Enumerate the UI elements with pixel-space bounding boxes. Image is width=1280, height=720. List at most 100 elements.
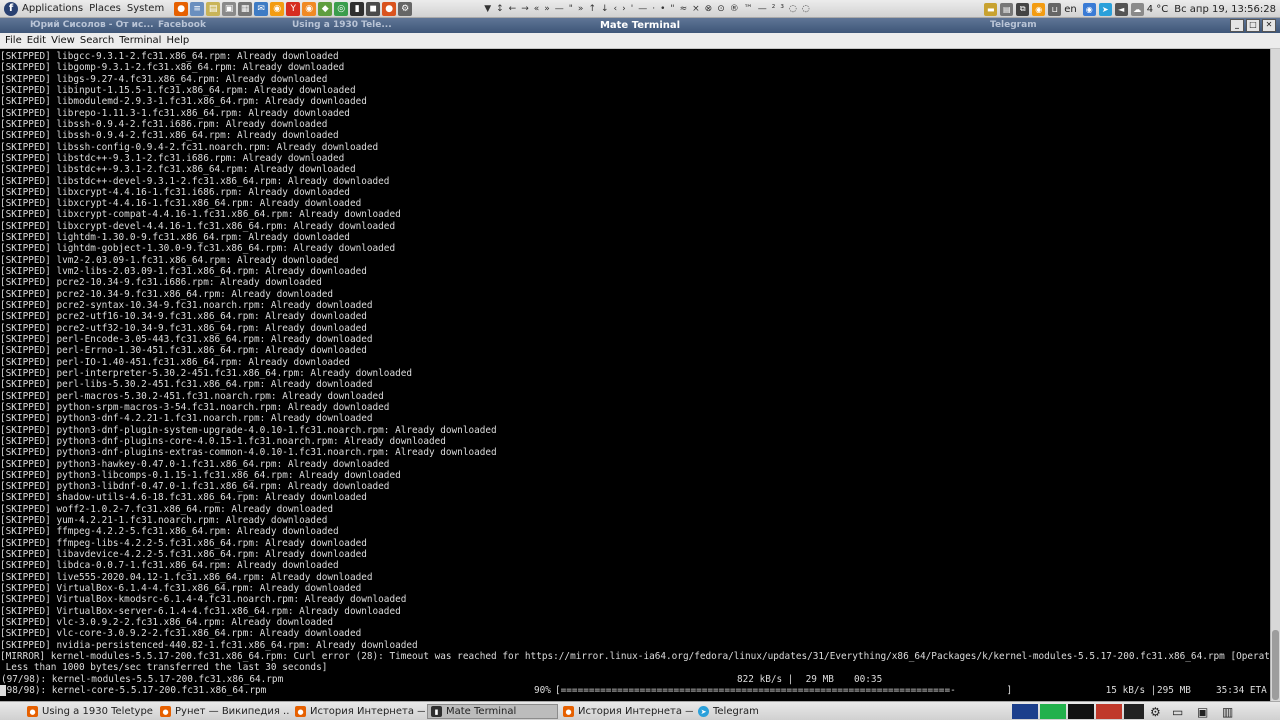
terminal-titlebar[interactable]: Юрий Сисолов - От ис... Facebook Using a… [0,18,1280,33]
cpu-monitor-icon[interactable] [1012,704,1038,719]
vpn-icon[interactable]: ◉ [1082,2,1096,16]
menu-system[interactable]: System [127,3,164,14]
panel-symbol[interactable]: " [569,4,574,14]
mail-icon[interactable]: ✉ [254,1,269,16]
terminal-line: [SKIPPED] perl-libs-5.30.2-451.fc31.x86_… [0,379,373,391]
trash-icon[interactable]: ▥ [1222,704,1233,719]
menu-places[interactable]: Places [89,3,121,14]
rss-tray-icon[interactable]: ◉ [1032,2,1046,16]
disk-monitor-icon[interactable] [1096,704,1122,719]
rss-icon[interactable]: ◉ [270,1,285,16]
network-monitor-icon[interactable] [1068,704,1094,719]
terminal-line: [SKIPPED] pcre2-10.34-9.fc31.x86_64.rpm:… [0,288,334,300]
notes-tray-icon[interactable]: ▤ [1000,2,1014,16]
temperature[interactable]: 4 °C [1147,4,1169,15]
taskbar-button-label: Using a 1930 Teletype a... [42,706,155,717]
terminal-line: [SKIPPED] live555-2020.04.12-1.fc31.x86_… [0,571,373,583]
menu-terminal[interactable]: Terminal [119,35,161,46]
firefox-icon[interactable]: ● [174,1,189,16]
panel-symbol[interactable]: ® [730,4,740,14]
panel-symbol[interactable]: « [534,4,541,14]
menu-file[interactable]: File [5,35,22,46]
panel-symbol[interactable]: ™ [744,4,754,14]
gear-icon[interactable]: ⚙ [1150,704,1161,719]
panel-symbol[interactable]: × [692,4,701,14]
feed-icon[interactable]: ◉ [302,1,317,16]
terminal-line: [SKIPPED] python3-libcomps-0.1.15-1.fc31… [0,469,401,481]
panel-symbol[interactable]: ▼ [484,4,492,14]
window-icon[interactable]: ▭ [1172,704,1183,719]
menu-help[interactable]: Help [166,35,189,46]
window-list-icon[interactable]: ⧉ [1016,2,1030,16]
panel-symbol[interactable]: ↑ [588,4,597,14]
terminal-line: [SKIPPED] libxcrypt-compat-4.4.16-1.fc31… [0,209,401,221]
panel-symbol[interactable]: — [638,4,648,14]
panel-symbol[interactable]: ← [509,4,518,14]
chat-icon[interactable]: ◆ [318,1,333,16]
panel-symbol[interactable]: ³ [780,4,785,14]
panel-symbol[interactable]: ⊙ [717,4,726,14]
calculator-icon[interactable]: ▦ [238,1,253,16]
taskbar-button[interactable]: ▮ Mate Terminal [427,704,558,719]
panel-symbol[interactable]: • [660,4,666,14]
panel-symbol[interactable]: ² [772,4,777,14]
menu-search[interactable]: Search [80,35,114,46]
taskbar-button[interactable]: ● Рунет — Википедия ... [157,704,290,719]
terminal-icon[interactable]: ▮ [350,1,365,16]
files-icon[interactable]: ▣ [222,1,237,16]
panel-symbol[interactable]: ⊗ [705,4,714,14]
gear-icon[interactable]: ⚙ [398,1,413,16]
keyboard-layout[interactable]: en [1064,4,1077,15]
taskbar-button[interactable]: ● Using a 1930 Teletype a... [24,704,155,719]
terminal-line: [SKIPPED] libavdevice-4.2.2-5.fc31.x86_6… [0,549,367,561]
notes-icon[interactable]: ▤ [206,1,221,16]
menu-applications[interactable]: Applications [22,3,83,14]
panel-symbol[interactable]: ↓ [601,4,610,14]
panel-symbol[interactable]: — [758,4,768,14]
panel-symbol[interactable]: › [622,4,627,14]
terminal-line: [SKIPPED] python-srpm-macros-3-54.fc31.n… [0,401,390,413]
chrome-icon[interactable]: ◎ [334,1,349,16]
menu-edit[interactable]: Edit [27,35,46,46]
yandex-icon[interactable]: Y [286,1,301,16]
terminal-scrollbar[interactable] [1270,49,1280,701]
clock[interactable]: Вс апр 19, 13:56:28 [1174,4,1276,15]
load-monitor-icon[interactable] [1124,704,1144,719]
terminal-menubar: File Edit View Search Terminal Help [0,33,1280,49]
panel-symbol[interactable]: ' [631,4,634,14]
panel-symbol[interactable]: ≈ [680,4,689,14]
panel-symbol[interactable]: ◌ [789,4,798,14]
taskbar-button[interactable]: ● История Интернета —... [560,704,693,719]
panel-symbol[interactable]: » [578,4,585,14]
memory-monitor-icon[interactable] [1040,704,1066,719]
folder-icon[interactable]: ▬ [984,2,998,16]
scrollbar-thumb[interactable] [1272,630,1279,700]
workspace-icon[interactable]: ▣ [1197,704,1208,719]
panel-symbol[interactable]: → [521,4,530,14]
text-editor-icon[interactable]: ≡ [190,1,205,16]
usb-icon[interactable]: ⊔ [1048,2,1062,16]
firefox-alt-icon[interactable]: ● [382,1,397,16]
taskbar-button[interactable]: ➤ Telegram [695,704,785,719]
terminal-line: [SKIPPED] python3-dnf-plugins-core-4.0.1… [0,435,446,447]
terminal-line: [SKIPPED] libssh-config-0.9.4-2.fc31.noa… [0,141,379,153]
panel-symbol[interactable]: — [555,4,565,14]
progress-size: 29 MB [800,673,834,685]
panel-symbol[interactable]: » [544,4,551,14]
terminal-output[interactable]: [SKIPPED] libgcc-9.3.1-2.fc31.x86_64.rpm… [0,49,1270,701]
screenshot-icon[interactable]: ◼ [366,1,381,16]
volume-icon[interactable]: ◄ [1114,2,1128,16]
panel-symbol[interactable]: · [652,4,656,14]
fedora-logo-icon[interactable]: f [4,1,18,16]
panel-symbol[interactable]: " [670,4,675,14]
panel-symbol[interactable]: ‹ [614,4,619,14]
telegram-tray-icon[interactable]: ➤ [1098,2,1112,16]
taskbar-button[interactable]: ● История Интернета —... [292,704,425,719]
menu-view[interactable]: View [51,35,75,46]
panel-symbol[interactable]: ↕ [496,4,505,14]
minimize-button[interactable]: _ [1230,19,1244,32]
maximize-button[interactable]: □ [1246,19,1260,32]
weather-icon[interactable]: ☁ [1130,2,1144,16]
panel-symbol[interactable]: ◌ [802,4,811,14]
close-button[interactable]: ✕ [1262,19,1276,32]
